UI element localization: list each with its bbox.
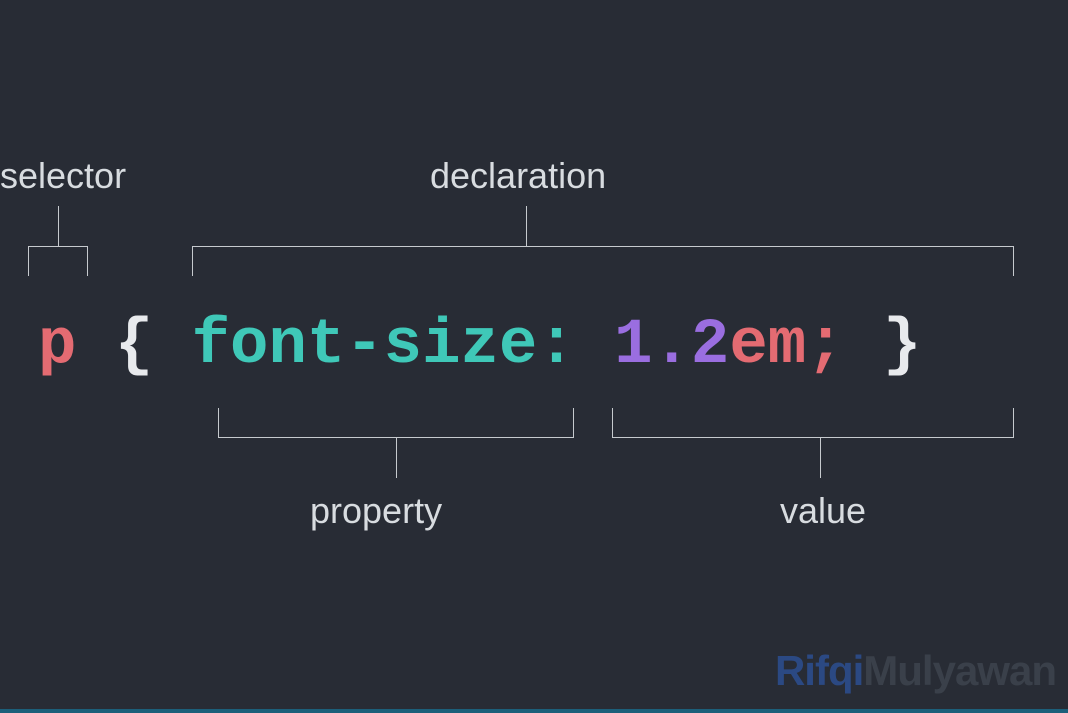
css-code-line: p { font-size: 1.2em; }: [38, 310, 921, 382]
code-value-unit: em: [729, 310, 806, 382]
bottom-edge: [0, 709, 1068, 713]
bracket-property-bottom: [218, 408, 574, 438]
code-colon: :: [537, 310, 575, 382]
code-brace-close: }: [883, 310, 921, 382]
bracket-selector-stem: [58, 206, 59, 246]
label-selector: selector: [0, 155, 126, 197]
bracket-selector-top: [28, 246, 88, 276]
code-value-number: 1.2: [614, 310, 729, 382]
label-declaration: declaration: [430, 155, 606, 197]
label-value: value: [780, 490, 866, 532]
bracket-property-stem: [396, 438, 397, 478]
code-property: font-size: [192, 310, 538, 382]
watermark: RifqiMulyawan: [775, 647, 1056, 695]
watermark-part1: Rifqi: [775, 647, 863, 694]
label-property: property: [310, 490, 442, 532]
code-brace-open: {: [115, 310, 153, 382]
bracket-declaration-top: [192, 246, 1014, 276]
bracket-value-bottom: [612, 408, 1014, 438]
bracket-value-stem: [820, 438, 821, 478]
watermark-part2: Mulyawan: [863, 647, 1056, 694]
code-selector: p: [38, 310, 76, 382]
bracket-declaration-stem: [526, 206, 527, 246]
code-semicolon: ;: [806, 310, 844, 382]
